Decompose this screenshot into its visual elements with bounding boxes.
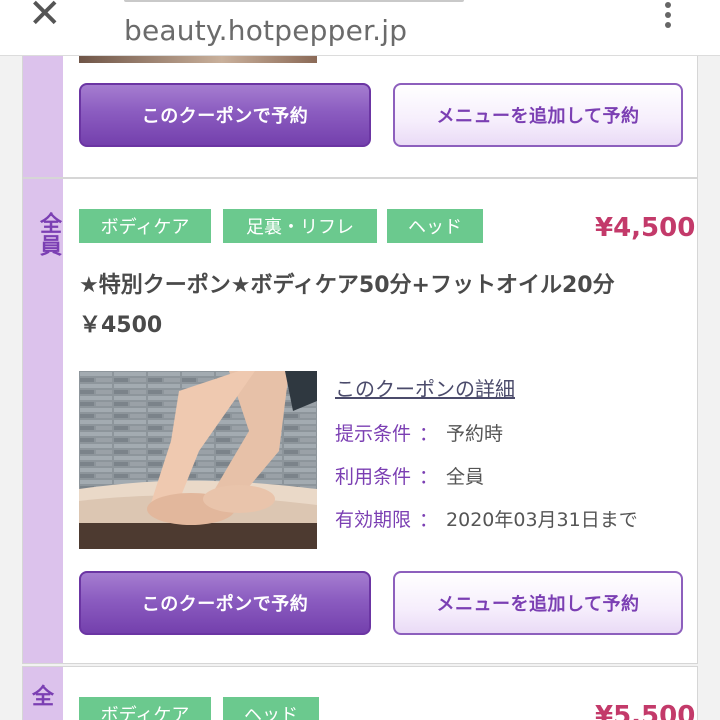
target-stripe: 全 xyxy=(23,667,63,720)
category-tag: ボディケア xyxy=(79,697,211,720)
coupon-list: このクーポンで予約 メニューを追加して予約 全員 ボディケア 足裏・リフレ ヘッ… xyxy=(0,36,720,720)
add-menu-reserve-button[interactable]: メニューを追加して予約 xyxy=(393,83,683,147)
coupon-price: ¥4,500 xyxy=(595,213,696,243)
target-char: 全 xyxy=(31,685,54,710)
url-text[interactable]: beauty.hotpepper.jp xyxy=(124,14,407,47)
condition-row: 利用条件：全員 xyxy=(335,466,485,488)
coupon-card: このクーポンで予約 メニューを追加して予約 xyxy=(22,36,698,178)
category-tag: ヘッド xyxy=(387,209,483,243)
reserve-coupon-button[interactable]: このクーポンで予約 xyxy=(79,83,371,147)
coupon-card: 全 ボディケア ヘッド ¥5,500 xyxy=(22,666,698,720)
target-stripe: 全員 xyxy=(23,179,63,663)
add-menu-reserve-button[interactable]: メニューを追加して予約 xyxy=(393,571,683,635)
target-char: 全員 xyxy=(36,212,61,256)
coupon-detail-link[interactable]: このクーポンの詳細 xyxy=(335,373,515,402)
coupon-title-price: ￥4500 xyxy=(79,313,163,338)
target-stripe xyxy=(23,37,63,177)
browser-toolbar: ✕ beauty.hotpepper.jp xyxy=(0,0,720,56)
reserve-coupon-button[interactable]: このクーポンで予約 xyxy=(79,571,371,635)
coupon-photo xyxy=(79,371,317,549)
condition-row: 提示条件：予約時 xyxy=(335,423,504,445)
close-icon[interactable]: ✕ xyxy=(28,0,68,34)
more-vert-icon[interactable] xyxy=(660,2,676,28)
page-title-cropped xyxy=(124,0,464,6)
category-tag: ボディケア xyxy=(79,209,211,243)
coupon-card: 全員 ボディケア 足裏・リフレ ヘッド ¥4,500 ★特別クーポン★ボディケア… xyxy=(22,178,698,664)
category-tag: ヘッド xyxy=(223,697,319,720)
coupon-title: ★特別クーポン★ボディケア50分+フットオイル20分 xyxy=(79,273,615,298)
category-tag: 足裏・リフレ xyxy=(223,209,377,243)
coupon-price: ¥5,500 xyxy=(595,701,696,720)
condition-row: 有効期限： 2020年03月31日まで xyxy=(335,509,638,531)
